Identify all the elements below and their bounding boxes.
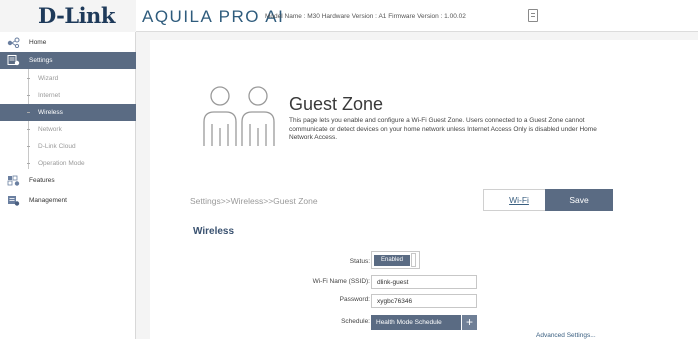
sidebar-subitem-operation-mode[interactable]: Operation Mode	[0, 155, 136, 172]
schedule-select[interactable]: Health Mode Schedule	[371, 315, 461, 330]
status-label: Status:	[349, 258, 370, 265]
password-input[interactable]	[371, 294, 477, 308]
sidebar-item-home[interactable]: Home	[0, 34, 136, 51]
home-network-icon	[7, 37, 20, 48]
sidebar-subitem-internet[interactable]: Internet	[0, 87, 136, 104]
add-schedule-button[interactable]: +	[462, 315, 477, 330]
sidebar-item-label: Settings	[29, 57, 53, 64]
sidebar-item-label: Management	[29, 197, 67, 204]
sidebar-subitem-label: Wireless	[38, 109, 63, 116]
submenu-dot	[27, 95, 30, 96]
sidebar-subitem-label: Internet	[38, 92, 61, 99]
sidebar-subitem-wizard[interactable]: Wizard	[0, 70, 136, 87]
settings-icon	[7, 55, 20, 66]
sidebar-item-settings[interactable]: Settings	[0, 52, 136, 69]
breadcrumb: Settings>>Wireless>>Guest Zone	[190, 196, 318, 206]
guest-users-icon	[203, 86, 275, 146]
section-title: Wireless	[193, 226, 235, 237]
sidebar-subitem-label: Operation Mode	[38, 160, 85, 167]
logo-area: D-Link	[0, 0, 136, 32]
page-description: This page lets you enable and configure …	[289, 117, 597, 141]
sidebar-subitem-wireless[interactable]: Wireless	[0, 104, 136, 121]
submenu-dot	[27, 112, 30, 113]
document-icon[interactable]	[528, 9, 538, 22]
product-brand: AQUILA PRO AI	[142, 7, 285, 26]
password-label: Password:	[339, 296, 370, 303]
schedule-label: Schedule:	[341, 318, 370, 325]
sidebar-item-label: Features	[29, 177, 55, 184]
sidebar-item-label: Home	[29, 39, 47, 46]
features-icon	[7, 175, 20, 186]
model-info: Model Name : M30 Hardware Version : A1 F…	[265, 13, 466, 20]
sidebar-subitem-network[interactable]: Network	[0, 121, 136, 138]
top-header: D-Link AQUILA PRO AI Model Name : M30 Ha…	[0, 0, 698, 32]
submenu-dot	[27, 78, 30, 79]
toggle-knob[interactable]	[411, 253, 416, 267]
sidebar: Home Settings Wizard Internet Wireless N…	[0, 32, 136, 339]
sidebar-subitem-label: Network	[38, 126, 62, 133]
sidebar-item-features[interactable]: Features	[0, 172, 136, 189]
status-toggle[interactable]: Enabled	[371, 251, 420, 269]
submenu-dot	[27, 163, 30, 164]
sidebar-subitem-label: Wizard	[38, 75, 59, 82]
sidebar-subitem-dlink-cloud[interactable]: D-Link Cloud	[0, 138, 136, 155]
page-title: Guest Zone	[289, 94, 384, 114]
submenu-dot	[27, 129, 30, 130]
ssid-label: Wi-Fi Name (SSID):	[312, 278, 370, 285]
sidebar-item-management[interactable]: Management	[0, 192, 136, 209]
sidebar-subitem-label: D-Link Cloud	[38, 143, 76, 150]
main-content: Guest Zone This page lets you enable and…	[150, 40, 698, 339]
ssid-input[interactable]	[371, 275, 477, 289]
management-icon	[8, 196, 20, 206]
router-admin-page: D-Link AQUILA PRO AI Model Name : M30 Ha…	[0, 0, 698, 339]
advanced-settings-link[interactable]: Advanced Settings...	[536, 332, 596, 339]
submenu-dot	[27, 146, 30, 147]
status-toggle-value: Enabled	[374, 255, 410, 266]
dlink-logo[interactable]: D-Link	[38, 3, 115, 28]
save-button[interactable]: Save	[545, 189, 613, 211]
